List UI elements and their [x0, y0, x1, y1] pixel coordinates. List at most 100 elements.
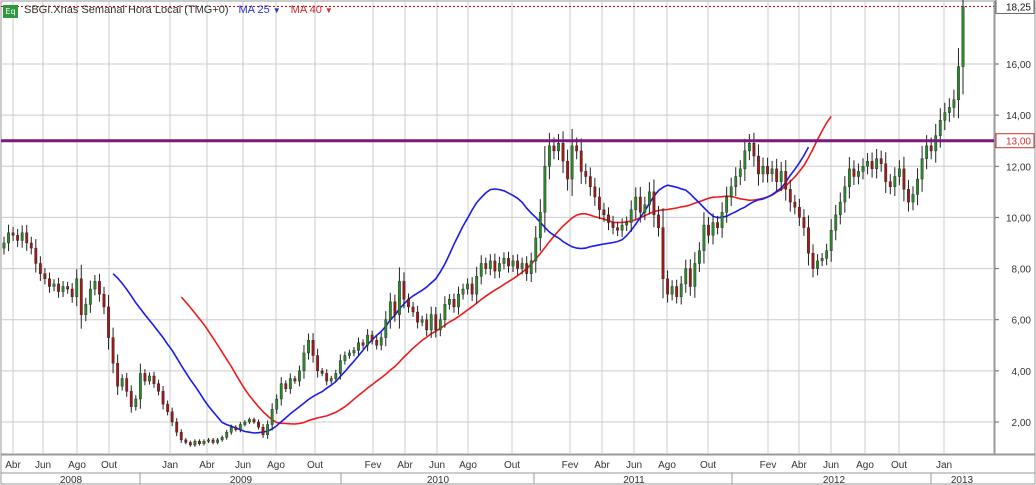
candle-body [134, 398, 138, 407]
candle-body [216, 439, 220, 443]
candle-body [125, 378, 129, 392]
candle-body [561, 143, 565, 162]
chart-header: SBGI.Xnas Semanal Hora Local (TMG+0) MA … [24, 3, 333, 17]
candle-body [620, 224, 624, 231]
candle-body [897, 168, 901, 177]
candle-body [257, 421, 260, 428]
candle-body [688, 268, 692, 287]
candle-body [861, 166, 865, 172]
candle-body [193, 440, 197, 446]
candle-body [752, 143, 756, 157]
candle-body [766, 166, 769, 175]
candle-body [343, 355, 347, 361]
candle-body [702, 224, 706, 251]
candle-body [879, 158, 883, 164]
candle-body [379, 337, 383, 346]
ma40-legend[interactable]: MA 40 ▼ [291, 4, 333, 16]
candle-body [820, 258, 824, 262]
candle-body [34, 247, 38, 264]
candle-body [138, 373, 142, 400]
y-tick-label: 4,00 [1012, 367, 1032, 378]
candle-body [175, 421, 179, 433]
candle-body [311, 339, 315, 356]
candle-body [348, 352, 351, 356]
candle-body [552, 145, 556, 152]
candle-body [393, 301, 397, 315]
candle-body [652, 191, 656, 216]
candle-body [293, 378, 297, 382]
candle-body [25, 232, 29, 244]
candle-body [157, 383, 160, 392]
candle-body [252, 419, 256, 423]
candle-body [243, 421, 247, 425]
instrument-type-badge: Eq [3, 5, 18, 18]
candle-body [811, 253, 815, 269]
y-tick-label: 14,00 [1006, 111, 1031, 122]
candle-body [829, 230, 833, 251]
month-label: Out [891, 460, 907, 471]
candle-body [84, 304, 88, 315]
candle-body [307, 339, 310, 354]
candle-body [107, 306, 110, 338]
candle-body [52, 283, 56, 287]
year-label: 2008 [60, 475, 83, 485]
ma25-dropdown-icon[interactable]: ▼ [273, 6, 281, 15]
month-label: Out [504, 460, 520, 471]
candle-body [834, 214, 838, 231]
candle-body [697, 250, 701, 264]
candle-body [579, 150, 583, 172]
candle-body [61, 286, 65, 292]
candle-body [952, 99, 956, 108]
ma40-label: MA 40 [290, 4, 322, 16]
candle-body [488, 260, 492, 269]
candle-body [288, 378, 292, 389]
candle-body [847, 168, 851, 187]
ma40-dropdown-icon[interactable]: ▼ [325, 6, 333, 15]
candle-body [611, 222, 615, 228]
candle-body [316, 355, 320, 372]
candle-body [407, 299, 410, 308]
candle-body [266, 424, 270, 435]
candle-body [916, 178, 919, 195]
candle-body [466, 283, 469, 290]
candle-body [298, 370, 301, 382]
candle-body [170, 411, 174, 423]
price-chart[interactable]: 2,00 4,00 6,00 8,00 10,00 12,00 14,00 16,00 18,2… [0, 0, 1036, 485]
candle-body [66, 286, 70, 290]
symbol-label[interactable]: SBGI.Xnas Semanal Hora Local (TMG+0) [24, 4, 229, 16]
candle-body [143, 373, 147, 382]
candle-body [320, 370, 324, 374]
candle-body [475, 276, 479, 295]
candle-body [534, 237, 538, 262]
candle-body [866, 160, 869, 167]
candle-body [679, 283, 683, 297]
candle-body [225, 432, 229, 438]
candle-body [725, 196, 729, 213]
y-tick-label: 6,00 [1012, 316, 1032, 327]
month-label: Jan [936, 460, 952, 471]
candle-body [911, 194, 915, 203]
candle-body [420, 319, 424, 323]
candle-body [779, 171, 783, 182]
candle-body [607, 214, 610, 223]
candle-body [275, 398, 279, 410]
candle-body [429, 314, 433, 331]
candle-body [20, 232, 24, 241]
plot-area [0, 0, 995, 455]
candle-body [43, 273, 47, 279]
candle-body [179, 432, 183, 441]
candle-body [670, 286, 674, 295]
candle-body [507, 258, 510, 267]
candle-body [784, 171, 788, 190]
candle-body [111, 337, 115, 364]
candle-body [116, 362, 120, 387]
candle-body [925, 145, 929, 159]
candle-body [238, 424, 242, 430]
ma25-legend[interactable]: MA 25 ▼ [239, 4, 281, 16]
candle-body [402, 281, 406, 300]
candle-body [434, 314, 438, 331]
candle-body [902, 168, 906, 190]
candle-body [761, 166, 765, 175]
candle-body [29, 242, 33, 249]
candle-body [448, 299, 451, 305]
